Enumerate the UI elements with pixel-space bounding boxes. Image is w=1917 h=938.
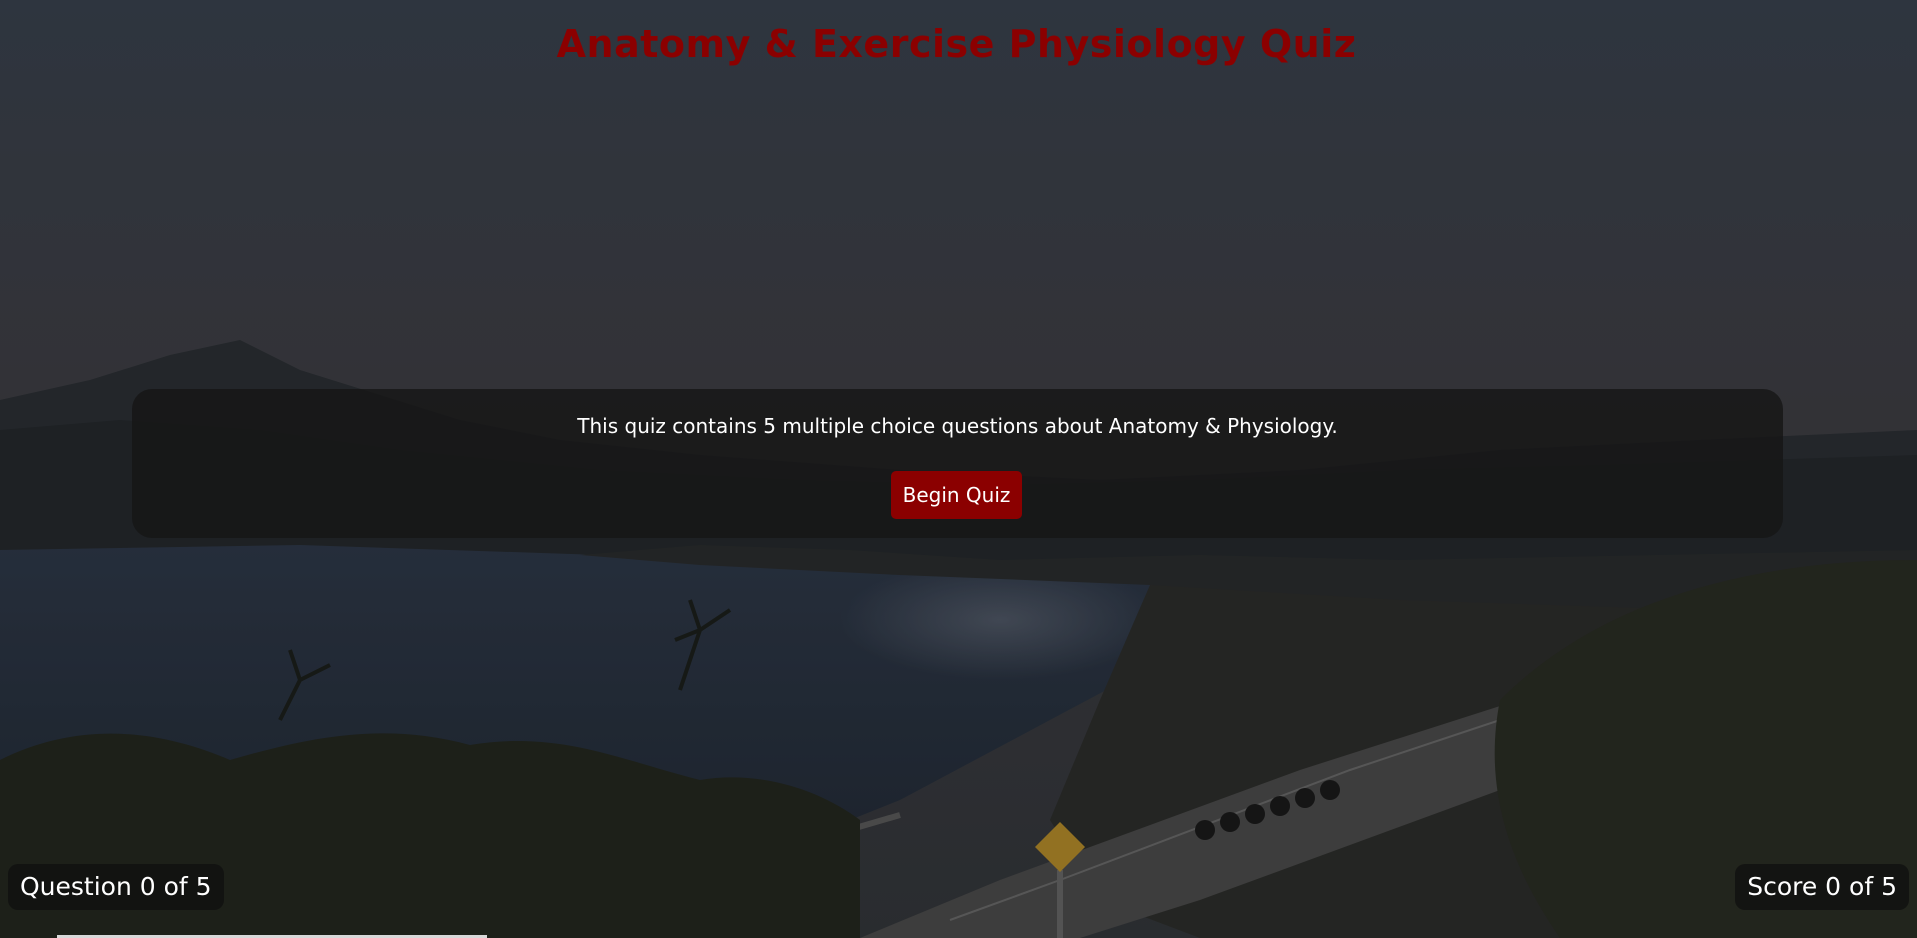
quiz-description: This quiz contains 5 multiple choice que… — [577, 414, 1338, 438]
quiz-page: Anatomy & Exercise Physiology Quiz This … — [0, 0, 1917, 938]
page-title: Anatomy & Exercise Physiology Quiz — [0, 22, 1917, 66]
begin-quiz-button[interactable]: Begin Quiz — [891, 471, 1022, 519]
question-counter: Question 0 of 5 — [8, 864, 224, 910]
intro-panel: This quiz contains 5 multiple choice que… — [132, 389, 1783, 538]
page-title-text: Anatomy & Exercise Physiology Quiz — [556, 22, 1357, 66]
score-counter: Score 0 of 5 — [1735, 864, 1909, 910]
